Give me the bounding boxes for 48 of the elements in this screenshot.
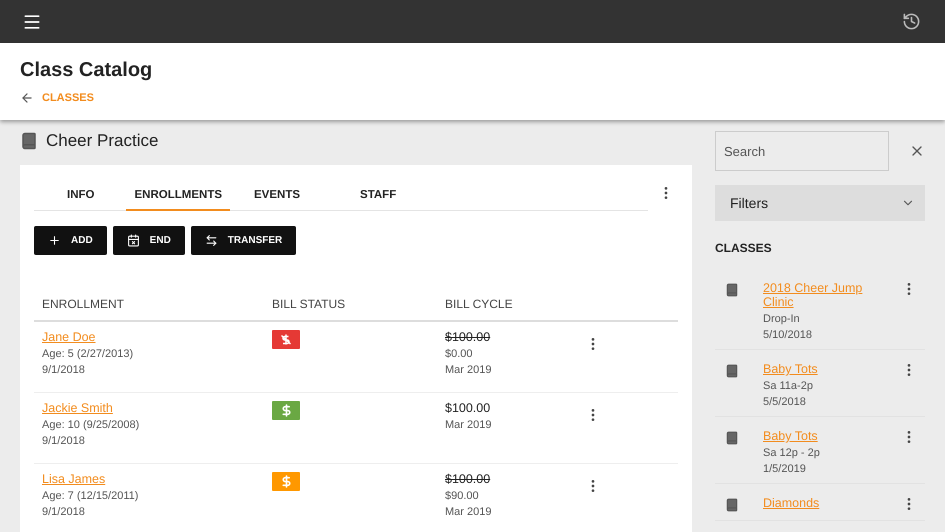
- class-title: Cheer Practice: [46, 131, 158, 151]
- calendar-icon: [126, 234, 140, 247]
- bill-cycle-text: $0.00: [445, 348, 474, 360]
- class-detail: 5/10/2018: [763, 329, 813, 341]
- tab[interactable]: INFO: [59, 179, 102, 211]
- bill-cycle-text: Mar 2019: [445, 364, 492, 376]
- bill-cycle-text: $90.00: [445, 490, 480, 502]
- class-detail: Sa 12p - 2p: [763, 447, 821, 459]
- dollar-icon: [280, 404, 292, 417]
- class-detail: Drop-In: [763, 313, 801, 325]
- book-icon: [725, 364, 739, 378]
- plus-icon: [48, 234, 61, 247]
- bill-cycle-text: Mar 2019: [445, 506, 492, 518]
- action-button[interactable]: ADD: [34, 226, 107, 255]
- swap-icon: [204, 234, 218, 247]
- book-icon: [725, 498, 739, 512]
- date-text: 9/1/2018: [42, 506, 86, 518]
- book-icon: [725, 431, 739, 445]
- column-header: ENROLLMENT: [42, 296, 126, 310]
- tab[interactable]: STAFF: [352, 179, 404, 211]
- bill-cycle-text: Mar 2019: [445, 419, 492, 431]
- history-button[interactable]: [902, 12, 921, 31]
- column-header: BILL CYCLE: [445, 296, 514, 310]
- dollar-icon: [280, 475, 292, 488]
- filters-dropdown[interactable]: Filters: [715, 185, 925, 221]
- column-header: BILL STATUS: [272, 296, 346, 310]
- age-text: Age: 5 (2/27/2013): [42, 348, 134, 360]
- no-dollar-icon: [280, 333, 292, 346]
- bill-cycle-text: $100.00: [445, 330, 492, 344]
- bill-cycle-text: $100.00: [445, 472, 492, 486]
- search-field[interactable]: Search: [715, 131, 889, 171]
- book-icon: [20, 132, 38, 150]
- back-arrow-icon[interactable]: [20, 91, 34, 105]
- tab[interactable]: EVENTS: [246, 179, 308, 211]
- book-icon: [725, 283, 739, 297]
- class-detail: 1/5/2019: [763, 463, 807, 475]
- class-detail: Sa 11a-2p: [763, 380, 814, 392]
- class-detail: 5/5/2018: [763, 396, 807, 408]
- page-title: Class Catalog: [20, 59, 154, 82]
- date-text: 9/1/2018: [42, 364, 86, 376]
- section-heading: CLASSES: [715, 241, 773, 255]
- bill-cycle-text: $100.00: [445, 401, 492, 415]
- tab[interactable]: ENROLLMENTS: [126, 179, 230, 211]
- action-button[interactable]: END: [112, 226, 185, 255]
- age-text: Age: 10 (9/25/2008): [42, 419, 140, 431]
- age-text: Age: 7 (12/15/2011): [42, 490, 140, 502]
- action-button[interactable]: TRANSFER: [190, 226, 296, 255]
- date-text: 9/1/2018: [42, 435, 86, 447]
